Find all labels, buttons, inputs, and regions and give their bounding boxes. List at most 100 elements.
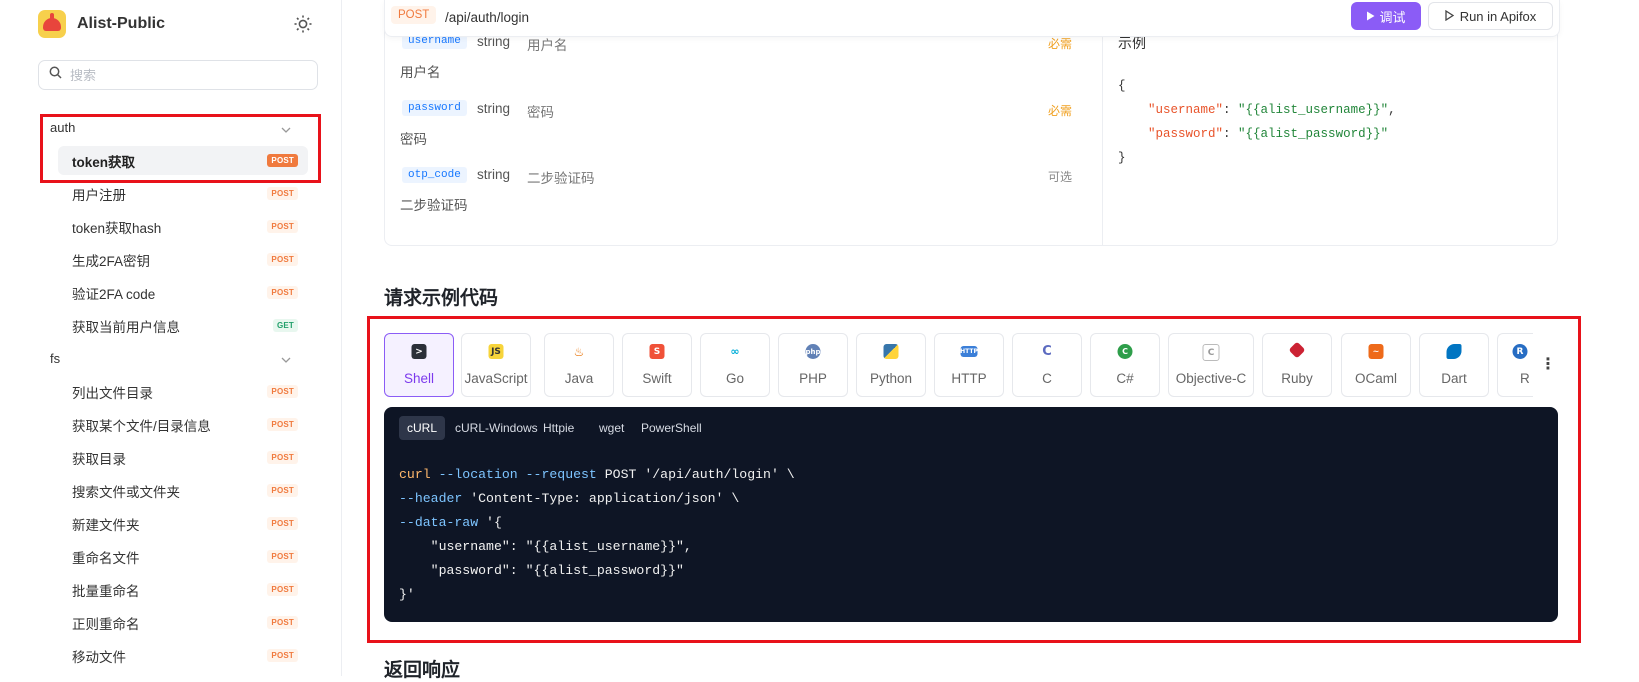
sidebar-item-token[interactable]: token获取 POST <box>58 146 308 175</box>
param-title: 用户名 <box>527 38 568 53</box>
method-badge: POST <box>267 484 298 497</box>
method-badge: GET <box>272 319 298 332</box>
sidebar-item-register[interactable]: 用户注册 POST <box>58 179 308 208</box>
param-required: 可选 <box>1048 170 1073 184</box>
method-badge: POST <box>267 220 298 233</box>
code-line: --data-raw '{ <box>399 511 795 535</box>
tab-http[interactable]: HTTP HTTP <box>934 333 1004 397</box>
sidebar-item-2fa-generate[interactable]: 生成2FA密钥 POST <box>58 245 308 274</box>
search-box[interactable] <box>38 60 318 90</box>
ruby-icon <box>1288 341 1306 359</box>
code-block: cURL cURL-Windows Httpie wget PowerShell… <box>384 407 1558 622</box>
tab-r[interactable]: R R <box>1497 333 1533 397</box>
tab-php[interactable]: php PHP <box>778 333 848 397</box>
tab-swift[interactable]: S Swift <box>622 333 692 397</box>
search-input[interactable] <box>68 66 302 84</box>
more-vertical-icon[interactable]: ⋮ <box>1540 355 1556 375</box>
sidebar-item-label: 列出文件目录 <box>72 385 153 401</box>
subtab-wget[interactable]: wget <box>591 416 632 440</box>
sun-icon[interactable] <box>292 13 314 35</box>
sidebar-item-list[interactable]: 列出文件目录 POST <box>58 377 308 406</box>
json-key: "username" <box>1148 103 1224 117</box>
subtab-curl-windows[interactable]: cURL-Windows <box>447 416 546 440</box>
sidebar-item-get-info[interactable]: 获取某个文件/目录信息 POST <box>58 410 308 439</box>
tab-ocaml[interactable]: ~ OCaml <box>1341 333 1411 397</box>
sidebar-item-label: 生成2FA密钥 <box>72 253 151 269</box>
sidebar-item-mkdir[interactable]: 新建文件夹 POST <box>58 509 308 538</box>
code-token: --location --request <box>430 467 597 482</box>
code-token: --data-raw <box>399 515 479 530</box>
method-badge: POST <box>267 385 298 398</box>
search-icon <box>49 66 62 84</box>
go-icon: ∞ <box>727 344 743 359</box>
sidebar-item-rename[interactable]: 重命名文件 POST <box>58 542 308 571</box>
r-icon: R <box>1512 344 1528 359</box>
sidebar-item-label: token获取 <box>72 154 136 170</box>
method-badge: POST <box>267 649 298 662</box>
method-badge: POST <box>267 583 298 596</box>
response-title: 返回响应 <box>384 660 461 681</box>
brand[interactable]: Alist-Public <box>38 9 165 39</box>
sidebar-item-label: 获取目录 <box>72 451 126 467</box>
run-in-apifox-button[interactable]: Run in Apifox <box>1428 2 1553 30</box>
request-bar: POST /api/auth/login 调试 Run in Apifox <box>384 0 1560 37</box>
lang-label: PHP <box>799 371 827 386</box>
chevron-down-icon[interactable] <box>280 353 292 365</box>
lang-label: JavaScript <box>464 371 528 386</box>
method-badge: POST <box>267 451 298 464</box>
lang-label: Dart <box>1441 371 1467 386</box>
tab-dart[interactable]: Dart <box>1419 333 1489 397</box>
method-badge: POST <box>267 154 298 167</box>
sidebar-item-move[interactable]: 移动文件 POST <box>58 641 308 670</box>
tab-java[interactable]: ♨ Java <box>544 333 614 397</box>
python-icon <box>883 344 899 359</box>
code-line: "password": "{{alist_password}}" <box>399 563 684 578</box>
sidebar-item-dirs[interactable]: 获取目录 POST <box>58 443 308 472</box>
code-token: '{ <box>478 515 502 530</box>
subtab-httpie[interactable]: Httpie <box>535 416 582 440</box>
tab-c[interactable]: C C <box>1012 333 1082 397</box>
json-key: "password" <box>1148 127 1224 141</box>
json-colon: : <box>1223 103 1239 117</box>
http-icon: HTTP <box>960 346 978 357</box>
app-name: Alist-Public <box>77 15 166 32</box>
tab-javascript[interactable]: JS JavaScript <box>461 333 531 397</box>
lang-label: Objective-C <box>1175 371 1247 386</box>
param-name: password <box>402 100 467 116</box>
run-label: Run in Apifox <box>1459 8 1537 24</box>
tab-python[interactable]: Python <box>856 333 926 397</box>
sidebar-item-token-hash[interactable]: token获取hash POST <box>58 212 308 241</box>
json-colon: : <box>1223 127 1239 141</box>
request-path: /api/auth/login <box>445 10 530 25</box>
lang-label: R <box>1520 371 1530 386</box>
subtab-powershell[interactable]: PowerShell <box>633 416 710 440</box>
debug-button[interactable]: 调试 <box>1351 2 1421 30</box>
tab-objective-c[interactable]: C Objective-C <box>1168 333 1254 397</box>
play-icon <box>1366 9 1375 24</box>
group-auth[interactable]: auth <box>50 120 75 135</box>
tab-go[interactable]: ∞ Go <box>700 333 770 397</box>
method-badge: POST <box>267 550 298 563</box>
sidebar-item-regex-rename[interactable]: 正则重命名 POST <box>58 608 308 637</box>
sidebar-item-search[interactable]: 搜索文件或文件夹 POST <box>58 476 308 505</box>
param-name: otp_code <box>402 167 467 183</box>
sidebar-item-label: 移动文件 <box>72 649 126 665</box>
sidebar-item-batch-rename[interactable]: 批量重命名 POST <box>58 575 308 604</box>
lang-label: HTTP <box>951 371 987 386</box>
play-outline-icon <box>1445 9 1454 24</box>
sidebar-item-current-user[interactable]: 获取当前用户信息 GET <box>58 311 308 340</box>
code-line: "username": "{{alist_username}}", <box>399 539 692 554</box>
tab-ruby[interactable]: Ruby <box>1262 333 1332 397</box>
subtab-curl[interactable]: cURL <box>399 416 446 440</box>
method-badge: POST <box>267 187 298 200</box>
method-badge: POST <box>267 253 298 266</box>
sidebar-item-2fa-verify[interactable]: 验证2FA code POST <box>58 278 308 307</box>
tab-shell[interactable]: > Shell <box>384 333 454 397</box>
sidebar: Alist-Public auth token获取 POST 用户注册 POST… <box>0 0 342 676</box>
sidebar-item-label: 用户注册 <box>72 187 126 203</box>
sidebar-item-label: 重命名文件 <box>72 550 140 566</box>
tab-csharp[interactable]: C C# <box>1090 333 1160 397</box>
chevron-down-icon[interactable] <box>280 123 292 135</box>
group-fs[interactable]: fs <box>50 351 60 366</box>
json-value: "{{alist_username}}" <box>1238 103 1389 117</box>
